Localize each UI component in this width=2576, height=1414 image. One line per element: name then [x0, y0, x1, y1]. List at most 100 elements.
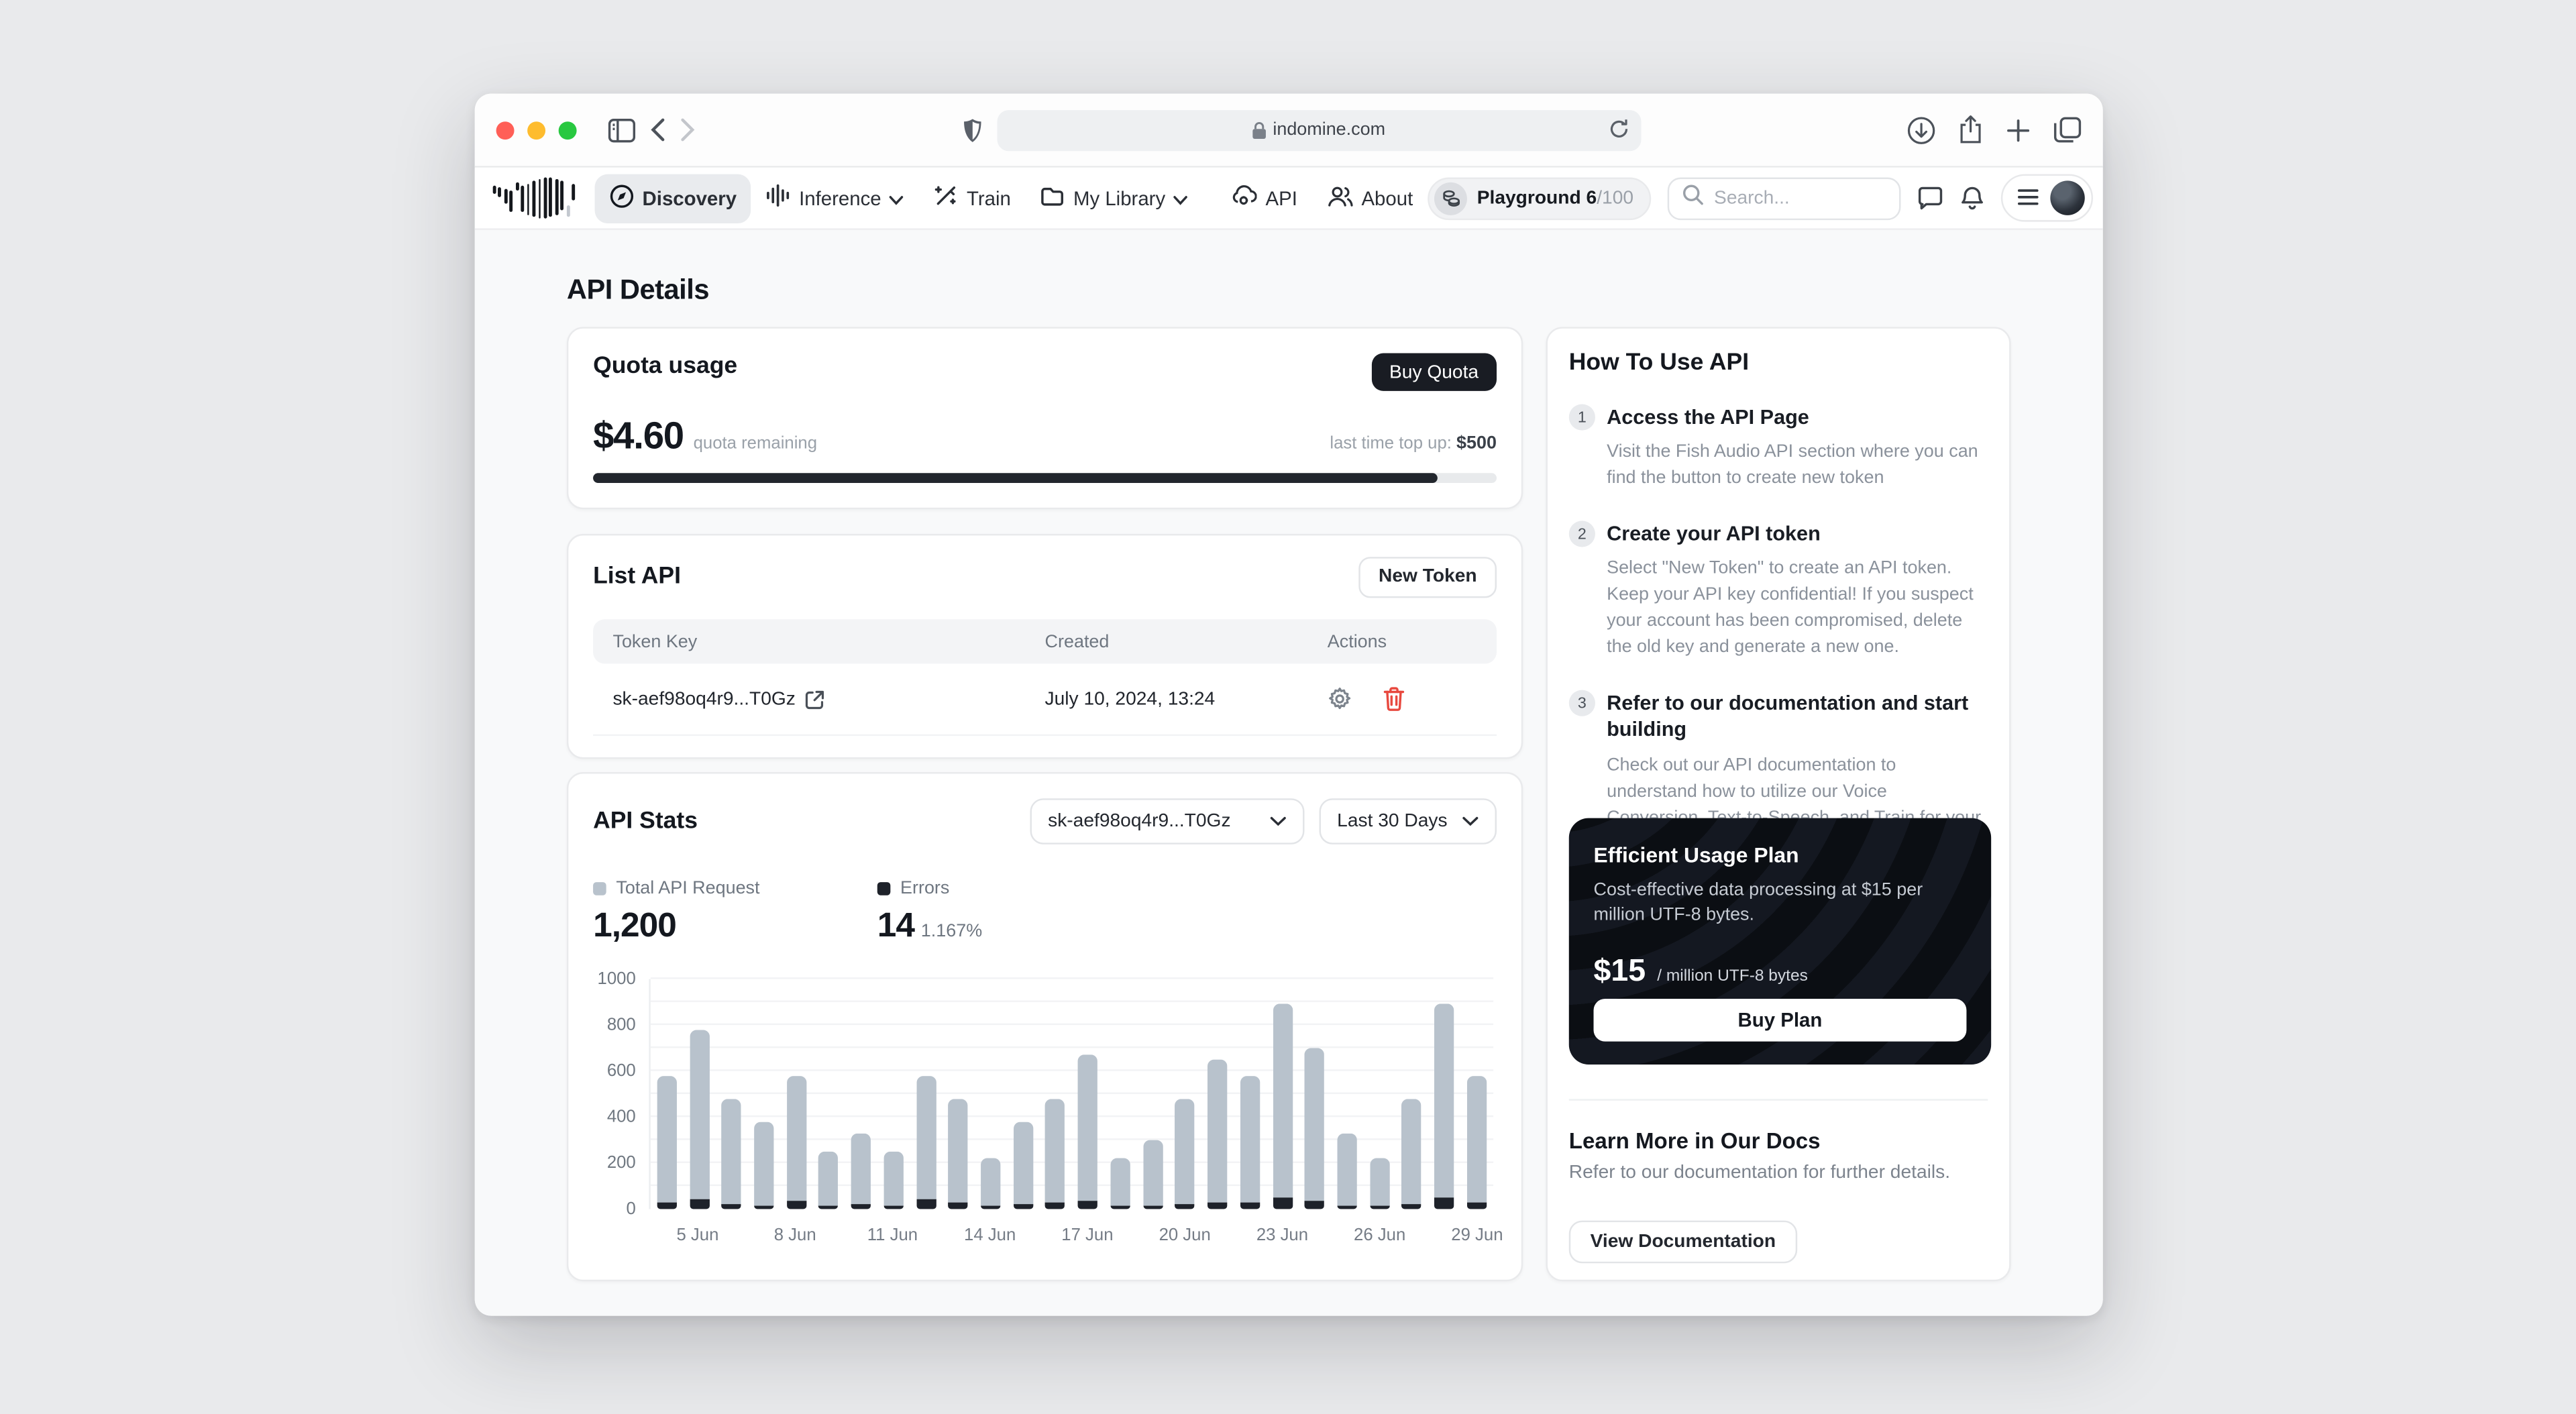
hamburger-menu-icon: [2018, 183, 2039, 213]
date-range-dropdown[interactable]: Last 30 Days: [1319, 798, 1497, 845]
chart-bar: [1045, 1099, 1066, 1209]
search-box[interactable]: [1668, 176, 1902, 219]
zoom-window-button[interactable]: [558, 121, 577, 139]
step-desc: Select "New Token" to create an API toke…: [1607, 559, 1974, 658]
list-api-title: List API: [593, 563, 681, 590]
table-row: sk-aef98oq4r9...T0Gz July 10, 2024, 13:2…: [593, 663, 1497, 737]
nav-item-discovery[interactable]: Discovery: [594, 173, 752, 223]
new-tab-icon[interactable]: [2006, 117, 2031, 142]
bar-errors-segment: [1013, 1204, 1033, 1209]
nav-label: My Library: [1073, 186, 1166, 210]
refresh-icon[interactable]: [1607, 117, 1629, 144]
docs-desc: Refer to our documentation for further d…: [1568, 1162, 1951, 1183]
nav-item-my-library[interactable]: My Library: [1026, 175, 1203, 221]
y-tick-label: 800: [606, 1015, 636, 1035]
compass-icon: [610, 183, 635, 213]
chart-bar: [786, 1076, 806, 1209]
bar-errors-segment: [1175, 1204, 1195, 1209]
quota-progress-track: [593, 473, 1497, 484]
bar-requests-segment: [1045, 1099, 1066, 1203]
bar-requests-segment: [1142, 1140, 1163, 1206]
token-delete-trash-icon[interactable]: [1383, 687, 1405, 712]
legend-swatch-requests: [593, 882, 606, 895]
waveform-icon: [766, 184, 791, 212]
bar-errors-segment: [1305, 1201, 1325, 1209]
buy-quota-button[interactable]: Buy Quota: [1371, 353, 1497, 391]
token-select-dropdown[interactable]: sk-aef98oq4r9...T0Gz: [1030, 798, 1305, 845]
notifications-bell-icon[interactable]: [1960, 185, 1985, 211]
how-to-use-api-card: How To Use API 1 Access the API Page Vis…: [1546, 327, 2011, 1282]
chart-bar: [1434, 1003, 1454, 1209]
token-settings-gear-icon[interactable]: [1328, 687, 1352, 712]
bar-requests-segment: [1110, 1158, 1130, 1206]
external-link-icon[interactable]: [806, 689, 825, 708]
nav-label: Train: [967, 186, 1011, 210]
nav-item-train[interactable]: Train: [919, 173, 1026, 222]
bar-requests-segment: [1434, 1003, 1454, 1198]
nav-item-inference[interactable]: Inference: [751, 174, 919, 222]
chart-bars: [651, 979, 1493, 1209]
forward-button-icon[interactable]: [680, 118, 695, 142]
bar-errors-segment: [1369, 1205, 1390, 1209]
y-tick-label: 0: [626, 1199, 636, 1219]
fish-audio-logo[interactable]: [492, 176, 576, 219]
close-window-button[interactable]: [496, 121, 515, 139]
y-tick-label: 600: [606, 1061, 636, 1081]
share-icon[interactable]: [1958, 115, 1983, 144]
step-title: Access the API Page: [1607, 405, 1809, 429]
sidebar-toggle-icon[interactable]: [608, 117, 636, 142]
tab-overview-icon[interactable]: [2053, 117, 2082, 143]
plan-price: $15: [1593, 954, 1646, 989]
privacy-shield-icon[interactable]: [962, 117, 981, 142]
chevron-down-icon: [1173, 186, 1188, 209]
efficient-usage-plan-card: Efficient Usage Plan Cost-effective data…: [1568, 818, 1992, 1065]
bar-errors-segment: [1337, 1205, 1357, 1209]
chart-bar: [1337, 1133, 1357, 1209]
plan-title: Efficient Usage Plan: [1593, 842, 1799, 868]
errors-pct: 1.167%: [920, 921, 983, 942]
downloads-icon[interactable]: [1907, 116, 1935, 144]
bar-errors-segment: [721, 1204, 742, 1209]
cloud-gear-icon: [1231, 184, 1258, 212]
y-tick-label: 1000: [597, 969, 636, 989]
back-button-icon[interactable]: [651, 118, 665, 142]
x-tick-label: 14 Jun: [964, 1225, 1016, 1246]
bar-errors-segment: [657, 1202, 677, 1209]
how-to-title: How To Use API: [1568, 349, 1750, 376]
url-text: indomine.com: [1273, 119, 1386, 140]
bar-errors-segment: [1466, 1202, 1487, 1209]
new-token-button[interactable]: New Token: [1358, 555, 1497, 598]
site-navbar: Discovery Inference Train My Library API…: [474, 167, 2103, 230]
chart-bar: [689, 1030, 709, 1209]
minimize-window-button[interactable]: [527, 121, 546, 139]
nav-item-about[interactable]: About: [1312, 175, 1428, 221]
view-documentation-button[interactable]: View Documentation: [1568, 1220, 1797, 1264]
bar-errors-segment: [1110, 1205, 1130, 1209]
chart-y-axis: 0 200 400 600 800 1000: [593, 969, 636, 1219]
search-input[interactable]: [1714, 188, 1887, 208]
nav-item-api[interactable]: API: [1216, 174, 1312, 222]
step-1: 1 Access the API Page Visit the Fish Aud…: [1568, 404, 1988, 493]
playground-label: Playground 6/100: [1477, 188, 1634, 208]
quota-caption: quota remaining: [693, 433, 818, 453]
chart-bar: [1369, 1158, 1390, 1209]
x-tick-label: 20 Jun: [1159, 1225, 1211, 1246]
date-range-value: Last 30 Days: [1337, 811, 1448, 832]
buy-plan-button[interactable]: Buy Plan: [1593, 998, 1967, 1042]
account-menu[interactable]: [2001, 174, 2094, 222]
url-bar[interactable]: indomine.com: [996, 109, 1641, 151]
coins-icon: [1434, 181, 1468, 215]
bar-requests-segment: [1337, 1133, 1357, 1206]
bar-requests-segment: [818, 1151, 839, 1206]
bar-requests-segment: [1078, 1054, 1098, 1201]
chart-bar: [1013, 1122, 1033, 1209]
column-token-key: Token Key: [612, 631, 698, 652]
bar-errors-segment: [754, 1205, 774, 1209]
chart-bar: [1175, 1099, 1195, 1209]
token-select-value: sk-aef98oq4r9...T0Gz: [1048, 811, 1231, 832]
bar-errors-segment: [883, 1205, 904, 1209]
screen: indomine.com Discovery Inference Train M…: [0, 0, 2576, 1414]
playground-credits-pill[interactable]: Playground 6/100: [1428, 176, 1652, 219]
y-tick-label: 400: [606, 1107, 636, 1128]
feedback-chat-icon[interactable]: [1918, 186, 1944, 211]
